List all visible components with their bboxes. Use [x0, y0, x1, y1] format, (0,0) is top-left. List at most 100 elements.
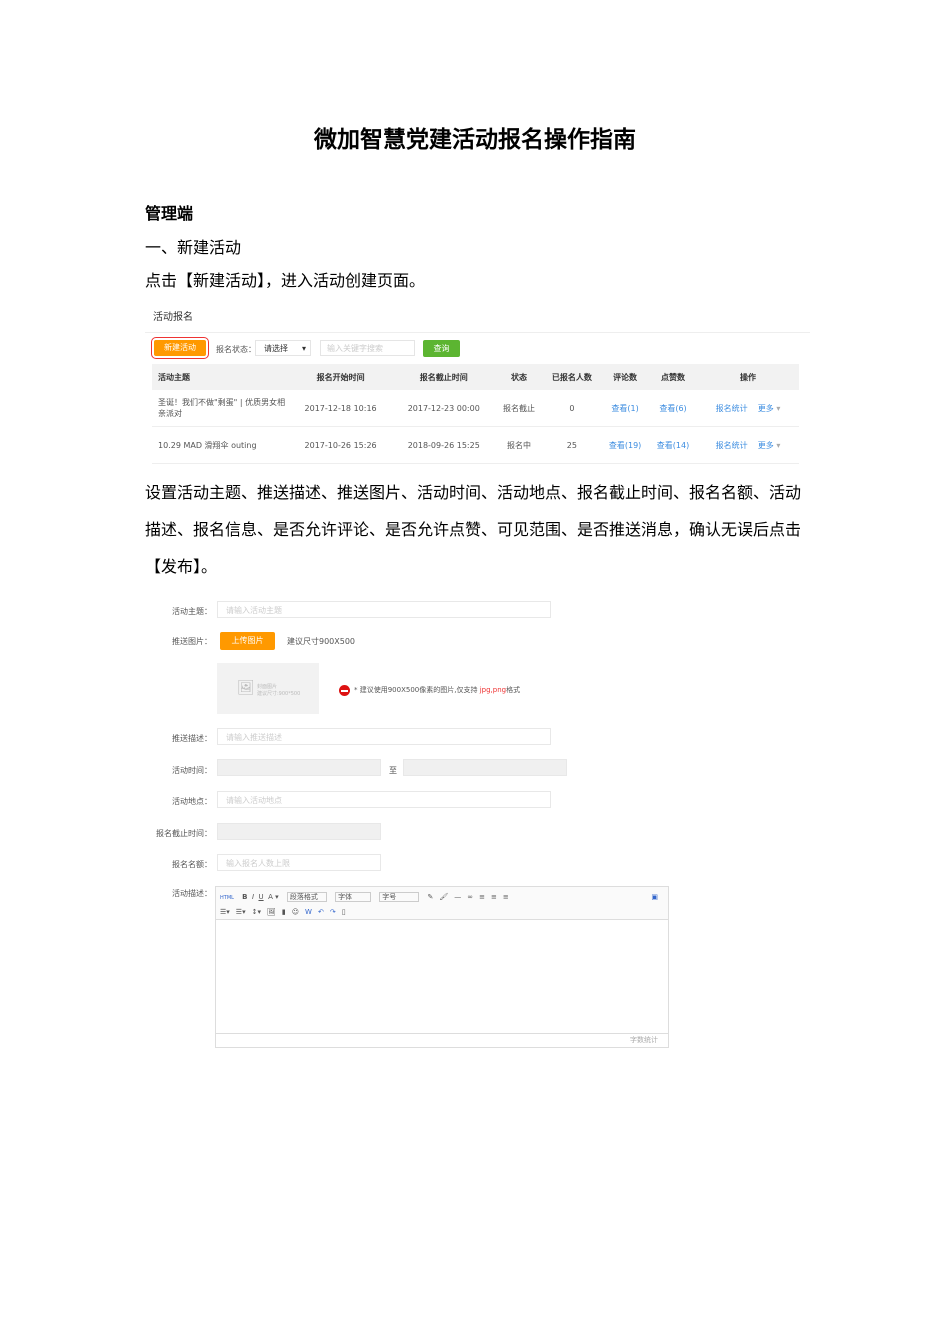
step-heading: 一、新建活动 — [145, 238, 242, 257]
desc-label: 推送描述： — [172, 734, 212, 743]
table-row: 10.29 MAD 滑翔伞 outing 2017-10-26 15:26 20… — [152, 426, 799, 464]
section-heading: 管理端 — [145, 204, 194, 223]
cover-size: 建议尺寸:900*500 — [257, 691, 301, 697]
table-row: 圣诞！我们不做"剩蛋" | 优质男女相亲派对 2017-12-18 10:16 … — [152, 390, 799, 427]
start-time-input[interactable] — [217, 759, 381, 776]
hr-icon[interactable]: — — [454, 893, 461, 901]
new-activity-button[interactable]: 新建活动 — [151, 337, 209, 359]
word-count: 字数统计 — [630, 1036, 658, 1044]
end-time-input[interactable] — [403, 759, 567, 776]
more-link[interactable]: 更多 — [758, 404, 774, 413]
cell-status: 报名中 — [495, 426, 543, 464]
activity-desc-label: 活动描述： — [172, 889, 212, 898]
font-color-button[interactable]: A ▾ — [268, 893, 279, 901]
col-header: 已报名人数 — [542, 364, 602, 390]
stats-link[interactable]: 报名统计 — [716, 441, 748, 450]
rich-text-editor[interactable]: HTML B I U A ▾ 段落格式 字体 字号 ✎ 🖌 — ∞ ≡ ≡ ≡ ▣ ☰▾ ☰▾ ↕… — [215, 886, 669, 1048]
time-label: 活动时间： — [172, 766, 212, 775]
size-select[interactable]: 字号 — [379, 892, 420, 902]
topic-label: 活动主题： — [172, 607, 212, 616]
editor-statusbar: 字数统计 — [216, 1033, 668, 1047]
cell-start: 2017-10-26 15:26 — [289, 426, 393, 464]
stats-link[interactable]: 报名统计 — [716, 404, 748, 413]
fullscreen-icon[interactable]: ▣ — [651, 890, 658, 904]
line-height-icon[interactable]: ↕▾ — [252, 908, 261, 916]
image-add-icon: 🖼 — [237, 680, 255, 696]
word-paste-icon[interactable]: W — [305, 908, 312, 916]
cell-count: 25 — [542, 426, 602, 464]
place-input[interactable]: 请输入活动地点 — [217, 791, 551, 808]
video-icon[interactable]: ▮ — [282, 908, 286, 916]
font-select[interactable]: 字体 — [335, 892, 372, 902]
table-header: 活动主题 报名开始时间 报名截止时间 状态 已报名人数 评论数 点赞数 操作 — [152, 364, 799, 390]
likes-link[interactable]: 查看(14) — [649, 426, 697, 464]
warning-formats: jpg,png — [479, 686, 507, 694]
align-left-icon[interactable]: ≡ — [479, 893, 485, 901]
list-page-title: 活动报名 — [153, 312, 193, 323]
topic-input[interactable]: 请输入活动主题 — [217, 601, 551, 618]
new-doc-icon[interactable]: ▯ — [342, 908, 346, 916]
divider — [145, 332, 810, 333]
cell-count: 0 — [542, 390, 602, 427]
cell-end: 2017-12-23 00:00 — [392, 390, 496, 427]
link-icon[interactable]: ∞ — [467, 893, 473, 901]
italic-button[interactable]: I — [252, 893, 254, 901]
image-label: 推送图片： — [172, 637, 212, 646]
editor-toolbar: HTML B I U A ▾ 段落格式 字体 字号 ✎ 🖌 — ∞ ≡ ≡ ≡ ▣ ☰▾ ☰▾ ↕… — [216, 887, 668, 920]
query-button[interactable]: 查询 — [423, 340, 460, 357]
underline-button[interactable]: U — [258, 893, 263, 901]
quota-label: 报名名额： — [172, 860, 212, 869]
cell-start: 2017-12-18 10:16 — [289, 390, 393, 427]
unordered-list-icon[interactable]: ☰▾ — [236, 908, 246, 916]
deadline-label: 报名截止时间： — [156, 829, 212, 838]
document-title: 微加智慧党建活动报名操作指南 — [314, 127, 636, 153]
create-activity-form-screenshot: 活动主题： 请输入活动主题 推送图片： 上传图片 建议尺寸900X500 🖼 封… — [145, 595, 675, 1055]
warning-suffix: 格式 — [506, 686, 521, 694]
push-desc-input[interactable]: 请输入推送描述 — [217, 728, 551, 745]
col-header: 状态 — [495, 364, 543, 390]
col-header: 报名开始时间 — [289, 364, 393, 390]
size-hint: 建议尺寸900X500 — [287, 637, 356, 646]
deadline-input[interactable] — [217, 823, 381, 840]
align-right-icon[interactable]: ≡ — [503, 893, 509, 901]
brush-icon[interactable]: 🖌 — [439, 893, 448, 901]
comments-link[interactable]: 查看(1) — [601, 390, 650, 427]
html-source-button[interactable]: HTML — [220, 895, 234, 901]
emoji-icon[interactable]: ☺ — [292, 908, 299, 916]
align-center-icon[interactable]: ≡ — [491, 893, 497, 901]
col-header: 报名截止时间 — [392, 364, 496, 390]
cell-topic: 圣诞！我们不做"剩蛋" | 优质男女相亲派对 — [152, 390, 289, 427]
time-to-label: 至 — [389, 766, 397, 775]
paragraph-select[interactable]: 段落格式 — [286, 892, 327, 902]
col-header: 操作 — [697, 364, 799, 390]
step-description: 点击【新建活动】，进入活动创建页面。 — [145, 271, 426, 290]
activity-table: 活动主题 报名开始时间 报名截止时间 状态 已报名人数 评论数 点赞数 操作 圣… — [152, 364, 799, 464]
warning-text: * 建议使用900X500像素的图片,仅支持 — [354, 686, 480, 694]
col-header: 评论数 — [601, 364, 650, 390]
caret-down-icon: ▾ — [301, 344, 306, 353]
cell-topic: 10.29 MAD 滑翔伞 outing — [152, 426, 289, 464]
bold-button[interactable]: B — [242, 893, 247, 901]
document-page: 微加智慧党建活动报名操作指南 管理端 一、新建活动 点击【新建活动】，进入活动创… — [0, 0, 950, 1344]
redo-icon[interactable]: ↷ — [330, 908, 336, 916]
step2-description: 设置活动主题、推送描述、推送图片、活动时间、活动地点、报名截止时间、报名名额、活… — [145, 483, 802, 576]
status-select[interactable]: 请选择 ▾ — [255, 340, 311, 356]
more-link[interactable]: 更多 — [758, 441, 774, 450]
ordered-list-icon[interactable]: ☰▾ — [220, 908, 230, 916]
cell-status: 报名截止 — [495, 390, 543, 427]
quota-input[interactable]: 输入报名人数上限 — [217, 854, 381, 871]
col-header: 活动主题 — [152, 364, 289, 390]
warning-icon — [339, 685, 350, 696]
status-label: 报名状态： — [216, 345, 256, 354]
comments-link[interactable]: 查看(19) — [601, 426, 650, 464]
eraser-icon[interactable]: ✎ — [428, 893, 434, 901]
activity-list-screenshot: 活动报名 新建活动 报名状态： 请选择 ▾ 输入关键字搜索 查询 活动主题 报名开… — [145, 300, 810, 464]
undo-icon[interactable]: ↶ — [318, 908, 324, 916]
col-header: 点赞数 — [649, 364, 697, 390]
image-icon[interactable]: 🖼 — [267, 908, 276, 916]
keyword-search-input[interactable]: 输入关键字搜索 — [320, 340, 415, 356]
caret-down-icon: ▾ — [773, 440, 781, 450]
cover-image-placeholder[interactable]: 🖼 封面图片 建议尺寸:900*500 — [217, 663, 319, 714]
likes-link[interactable]: 查看(6) — [649, 390, 697, 427]
upload-image-button[interactable]: 上传图片 — [220, 632, 275, 650]
